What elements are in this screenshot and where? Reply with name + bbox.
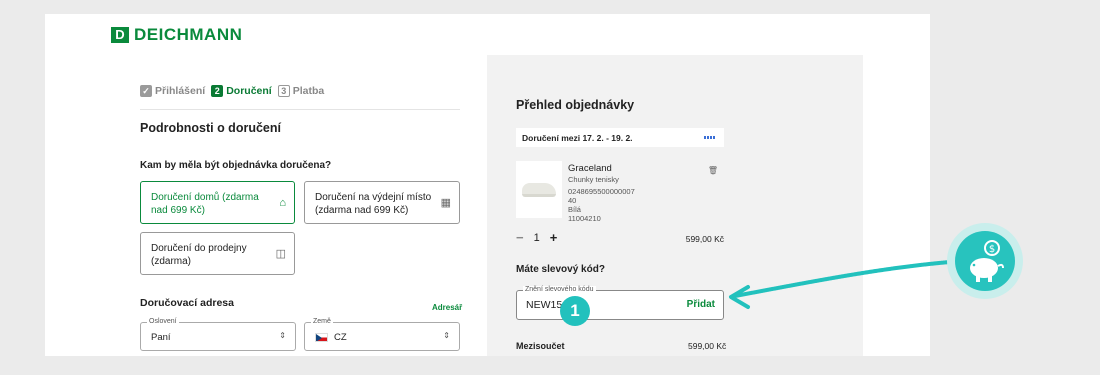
piggy-bank-icon: $ (970, 240, 1004, 282)
callout-arrow (729, 260, 952, 309)
callout-number-badge: 1 (560, 296, 590, 326)
svg-text:$: $ (989, 244, 995, 255)
piggy-bank-badge: $ (947, 223, 1023, 299)
